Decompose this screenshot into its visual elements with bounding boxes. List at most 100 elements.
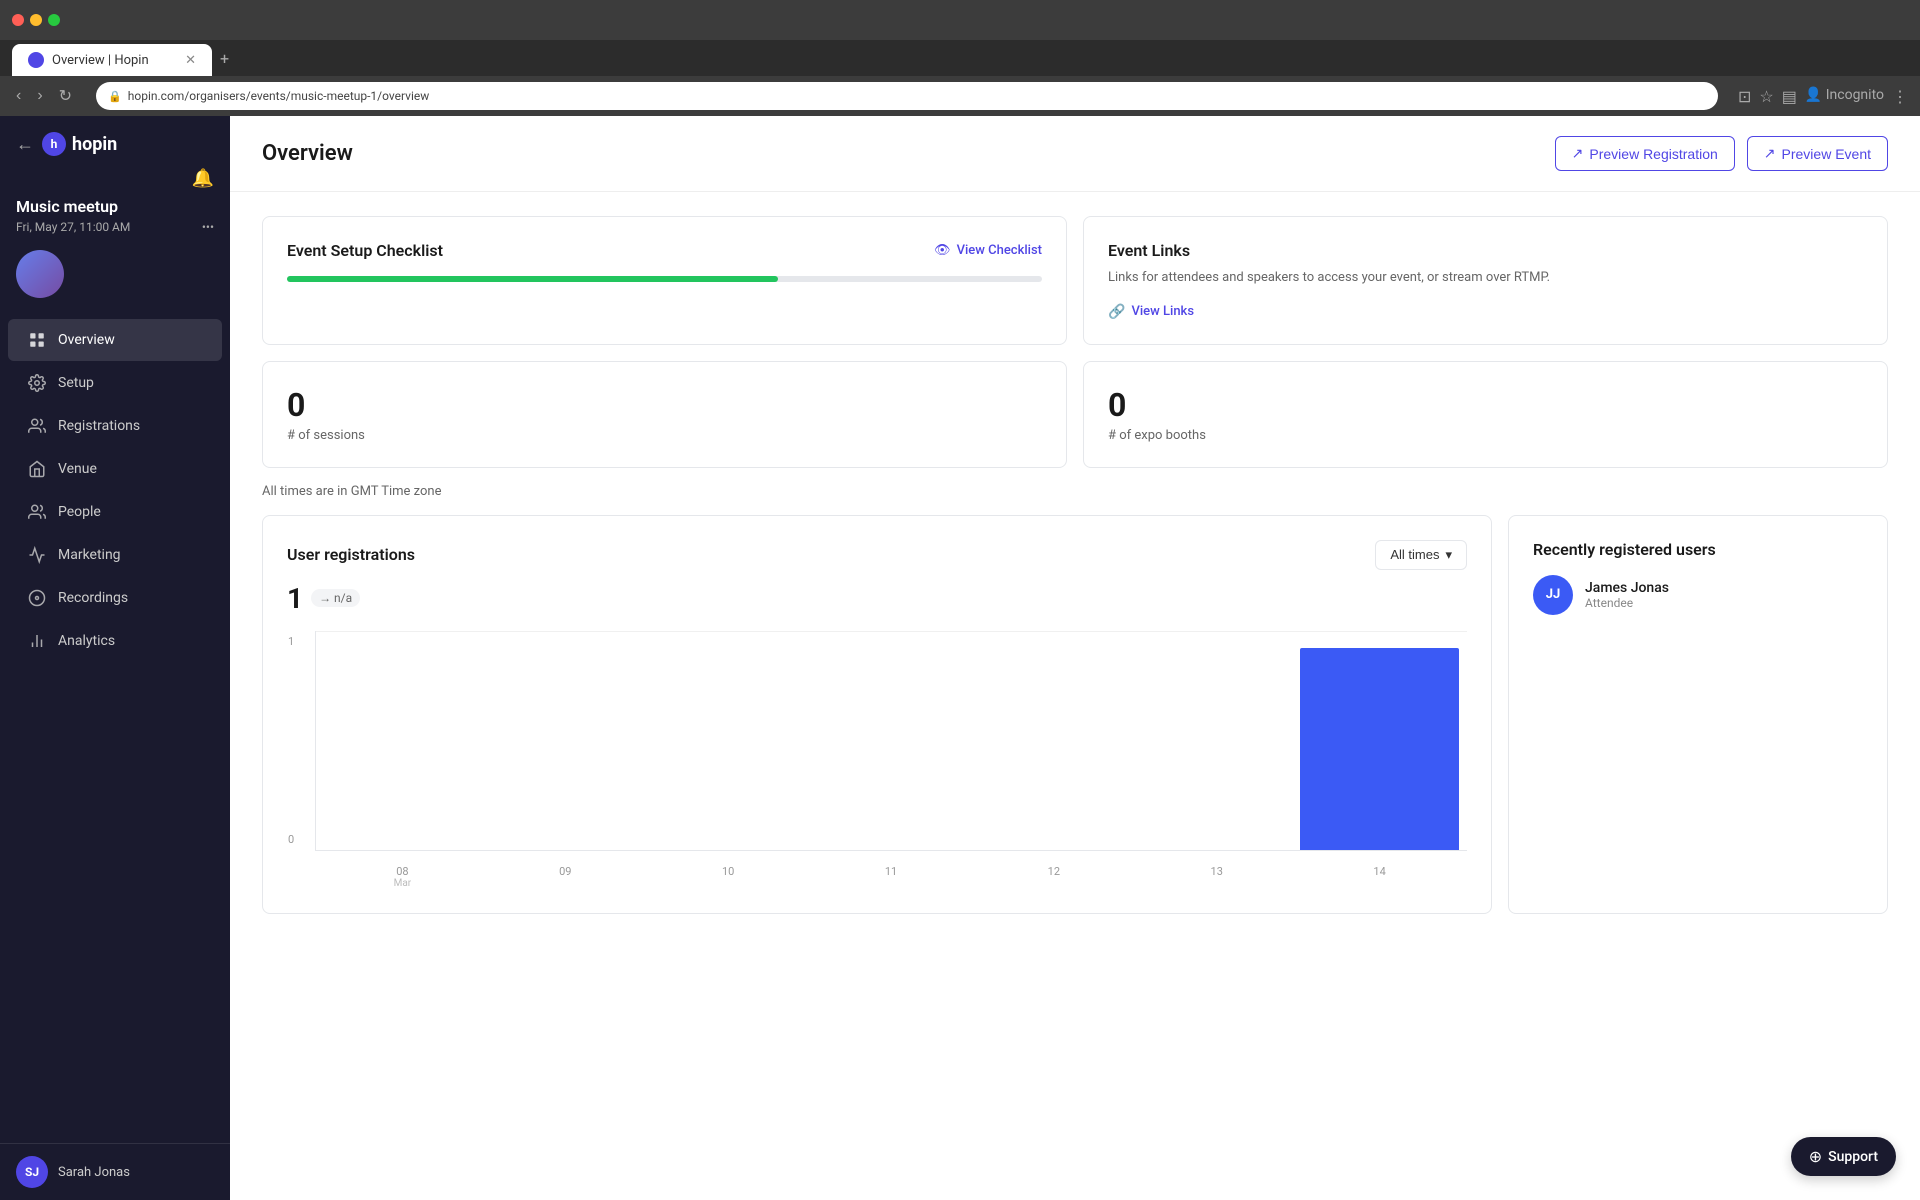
event-more-button[interactable]: ••• [202,220,214,234]
view-links-button[interactable]: 🔗 View Links [1108,304,1863,320]
minimize-window-button[interactable] [30,14,42,26]
timezone-notice: All times are in GMT Time zone [262,484,1888,499]
event-avatar [16,250,64,298]
user-row-james-jonas: JJ James Jonas Attendee [1533,575,1863,615]
sidebar-item-people[interactable]: People [8,491,222,533]
main-header: Overview ↗ Preview Registration ↗ Previe… [230,116,1920,192]
user-avatar-james-jonas: JJ [1533,575,1573,615]
people-icon [28,503,46,521]
chart-x-axis: 08 Mar 09 10 [315,859,1467,889]
hopin-logo: h hopin [42,132,117,156]
user-initials: SJ [25,1165,39,1179]
support-button[interactable]: ⊕ Support [1791,1137,1896,1176]
event-title: Music meetup [0,197,230,220]
setup-icon [28,374,46,392]
app-layout: ← h hopin 🔔 Music meetup Fri, May 27, 11… [0,116,1920,1200]
chart-y-label-1: 1 [288,635,294,648]
browser-tab-overview[interactable]: Overview | Hopin ✕ [12,44,212,76]
chart-x-month-1: Mar [323,878,482,889]
registrations-count: 1 [287,582,303,615]
user-name: Sarah Jonas [58,1165,130,1180]
expo-booths-label: # of expo booths [1108,428,1863,443]
sidebar-item-venue-label: Venue [58,461,97,477]
lock-icon: 🔒 [108,90,122,103]
tab-strip-icon[interactable]: ▤ [1782,87,1797,106]
progress-bar-fill [287,276,778,282]
external-link-icon: ↗ [1572,145,1584,162]
logo-text: hopin [72,134,117,155]
sidebar-item-registrations-label: Registrations [58,418,140,434]
sidebar-item-marketing-label: Marketing [58,547,121,563]
support-icon: ⊕ [1809,1147,1822,1166]
sidebar-item-analytics-label: Analytics [58,633,115,649]
sidebar-item-setup[interactable]: Setup [8,362,222,404]
event-links-card: Event Links Links for attendees and spea… [1083,216,1888,345]
registrations-section: User registrations All times ▾ 1 → n/a [262,515,1888,914]
chart-x-date-2: 09 [486,865,645,878]
event-links-title: Event Links [1108,241,1863,260]
expo-booths-count: 0 [1108,386,1863,424]
chart-x-group-5: 12 [974,865,1133,889]
browser-refresh-button[interactable]: ↻ [55,84,76,108]
address-bar[interactable]: 🔒 hopin.com/organisers/events/music-meet… [96,82,1718,110]
menu-icon[interactable]: ⋮ [1892,87,1908,106]
preview-registration-button[interactable]: ↗ Preview Registration [1555,136,1735,171]
chart-container: 1 0 [287,631,1467,889]
sidebar-item-recordings-label: Recordings [58,590,128,606]
profile-icon[interactable]: 👤 Incognito [1805,87,1884,106]
checklist-card: Event Setup Checklist 👁 View Checklist [262,216,1067,345]
cast-icon[interactable]: ⊡ [1738,87,1751,106]
filter-button[interactable]: All times ▾ [1375,540,1467,570]
maximize-window-button[interactable] [48,14,60,26]
chart-bar-7-filled [1300,648,1459,849]
view-checklist-button[interactable]: 👁 View Checklist [934,243,1042,258]
sidebar-item-venue[interactable]: Venue [8,448,222,490]
sidebar-item-analytics[interactable]: Analytics [8,620,222,662]
sidebar-footer: SJ Sarah Jonas [0,1143,230,1200]
eye-icon: 👁 [934,243,951,258]
registrations-count-row: 1 → n/a [287,582,1467,615]
registrations-badge: → n/a [311,589,360,607]
recently-registered-title: Recently registered users [1533,540,1863,559]
bookmark-icon[interactable]: ☆ [1759,87,1773,106]
close-window-button[interactable] [12,14,24,26]
sidebar-item-overview-label: Overview [58,332,115,348]
marketing-icon [28,546,46,564]
chart-x-date-5: 12 [974,865,1133,878]
chart-y-axis: 1 0 [288,631,294,850]
chart-x-date-6: 13 [1137,865,1296,878]
top-cards-grid: Event Setup Checklist 👁 View Checklist E… [262,216,1888,345]
preview-event-button[interactable]: ↗ Preview Event [1747,136,1888,171]
chart-area: 1 0 [315,631,1467,851]
page-title: Overview [262,141,353,166]
chevron-down-icon: ▾ [1445,547,1452,563]
filter-label: All times [1390,547,1439,562]
new-tab-button[interactable]: + [212,41,237,76]
browser-back-button[interactable]: ‹ [12,85,25,107]
sidebar-item-recordings[interactable]: Recordings [8,577,222,619]
expo-booths-stat-card: 0 # of expo booths [1083,361,1888,468]
chart-x-group-1: 08 Mar [323,865,482,889]
tab-favicon [28,52,44,68]
registrations-header: User registrations All times ▾ [287,540,1467,570]
registrations-card: User registrations All times ▾ 1 → n/a [262,515,1492,914]
address-bar-row: ‹ › ↻ 🔒 hopin.com/organisers/events/musi… [0,76,1920,116]
checklist-title: Event Setup Checklist [287,241,443,260]
bell-icon[interactable]: 🔔 [192,168,214,189]
sidebar-item-marketing[interactable]: Marketing [8,534,222,576]
sidebar-item-overview[interactable]: Overview [8,319,222,361]
event-avatar-row [0,238,230,310]
view-links-label: View Links [1131,304,1194,319]
browser-chrome [0,0,1920,40]
logo-icon: h [42,132,66,156]
chart-y-label-0: 0 [288,833,294,846]
user-name-james-jonas: James Jonas [1585,580,1669,596]
checklist-header: Event Setup Checklist 👁 View Checklist [287,241,1042,260]
back-icon[interactable]: ← [16,134,34,155]
header-actions: ↗ Preview Registration ↗ Preview Event [1555,136,1888,171]
sidebar-item-registrations[interactable]: Registrations [8,405,222,447]
browser-forward-button[interactable]: › [33,85,46,107]
tab-close-button[interactable]: ✕ [185,53,196,68]
event-date-text: Fri, May 27, 11:00 AM [16,220,130,234]
view-checklist-label: View Checklist [957,243,1042,258]
